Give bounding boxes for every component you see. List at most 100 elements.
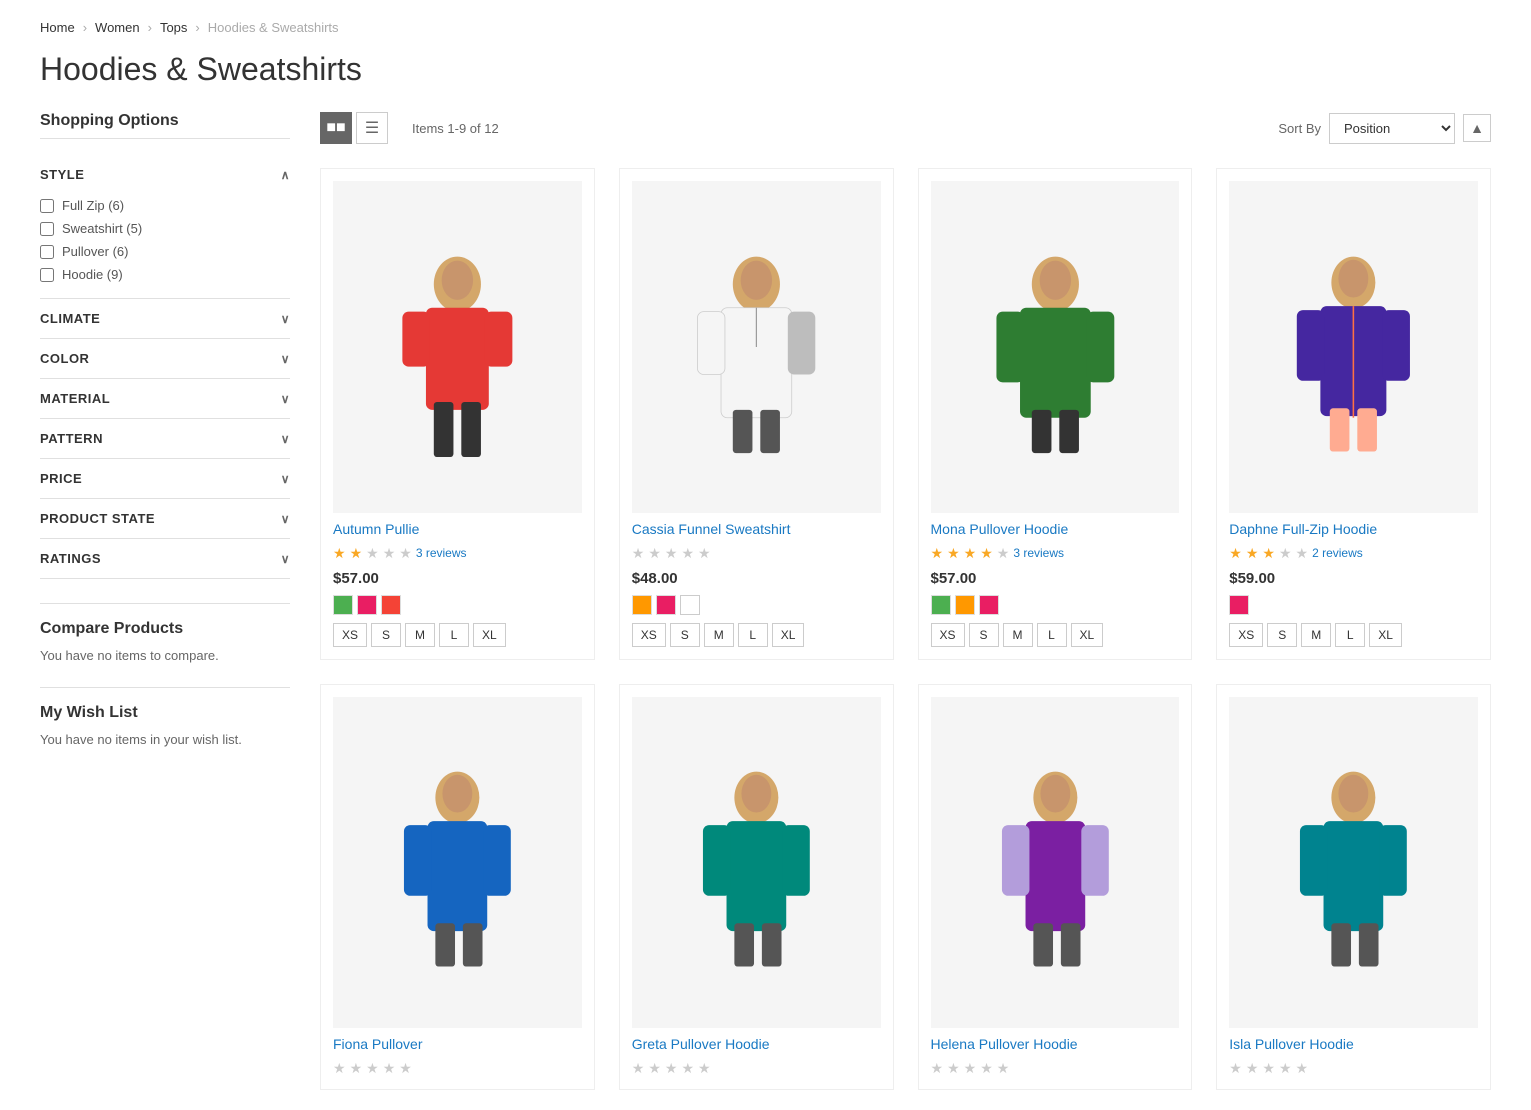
filter-header-material[interactable]: MATERIAL ∨ xyxy=(40,379,290,418)
size-s-4[interactable]: S xyxy=(1267,623,1297,647)
size-xl-2[interactable]: XL xyxy=(772,623,805,647)
breadcrumb-women[interactable]: Women xyxy=(95,20,140,35)
product-name-6[interactable]: Greta Pullover Hoodie xyxy=(632,1036,881,1052)
star-3-3: ★ xyxy=(964,545,977,562)
swatch-2-white[interactable] xyxy=(680,595,700,615)
grid-view-button[interactable]: ■■ xyxy=(320,112,352,144)
chevron-color-icon: ∨ xyxy=(281,352,290,366)
sort-by-label: Sort By xyxy=(1278,121,1321,136)
swatch-2-pink[interactable] xyxy=(656,595,676,615)
size-xl-1[interactable]: XL xyxy=(473,623,506,647)
checkbox-pullover[interactable] xyxy=(40,245,54,259)
filter-option-hoodie[interactable]: Hoodie (9) xyxy=(40,263,290,286)
filter-header-product-state[interactable]: PRODUCT STATE ∨ xyxy=(40,499,290,538)
size-s-3[interactable]: S xyxy=(969,623,999,647)
sidebar: Shopping Options STYLE ∧ Full Zip (6) Sw… xyxy=(40,112,290,1090)
size-m-1[interactable]: M xyxy=(405,623,435,647)
product-area: ■■ ☰ Items 1-9 of 12 Sort By Position Pr… xyxy=(320,112,1491,1090)
product-rating-6: ★ ★ ★ ★ ★ xyxy=(632,1060,881,1077)
product-card-7: Helena Pullover Hoodie ★ ★ ★ ★ ★ xyxy=(918,684,1193,1091)
filter-section-material: MATERIAL ∨ xyxy=(40,379,290,419)
sort-select[interactable]: Position Product Name Price xyxy=(1329,113,1455,144)
review-link-1[interactable]: 3 reviews xyxy=(416,546,467,560)
size-xl-3[interactable]: XL xyxy=(1071,623,1104,647)
product-name-2[interactable]: Cassia Funnel Sweatshirt xyxy=(632,521,881,537)
size-m-4[interactable]: M xyxy=(1301,623,1331,647)
swatch-3-pink[interactable] xyxy=(979,595,999,615)
filter-section-style: STYLE ∧ Full Zip (6) Sweatshirt (5) Pull… xyxy=(40,155,290,299)
filter-header-price[interactable]: PRICE ∨ xyxy=(40,459,290,498)
swatch-2-orange[interactable] xyxy=(632,595,652,615)
swatch-1-pink[interactable] xyxy=(357,595,377,615)
chevron-ratings-icon: ∨ xyxy=(281,552,290,566)
size-buttons-2: XS S M L XL xyxy=(632,623,881,647)
product-name-8[interactable]: Isla Pullover Hoodie xyxy=(1229,1036,1478,1052)
size-l-4[interactable]: L xyxy=(1335,623,1365,647)
review-link-4[interactable]: 2 reviews xyxy=(1312,546,1363,560)
product-price-4: $59.00 xyxy=(1229,570,1478,587)
swatch-3-green[interactable] xyxy=(931,595,951,615)
star-2-5: ★ xyxy=(698,545,711,562)
filter-header-climate[interactable]: CLIMATE ∨ xyxy=(40,299,290,338)
filter-option-fullzip[interactable]: Full Zip (6) xyxy=(40,194,290,217)
filter-option-sweatshirt[interactable]: Sweatshirt (5) xyxy=(40,217,290,240)
size-buttons-4: XS S M L XL xyxy=(1229,623,1478,647)
product-name-5[interactable]: Fiona Pullover xyxy=(333,1036,582,1052)
size-xs-2[interactable]: XS xyxy=(632,623,666,647)
swatch-3-orange[interactable] xyxy=(955,595,975,615)
size-l-1[interactable]: L xyxy=(439,623,469,647)
filter-options-style: Full Zip (6) Sweatshirt (5) Pullover (6)… xyxy=(40,194,290,298)
checkbox-fullzip[interactable] xyxy=(40,199,54,213)
size-xl-4[interactable]: XL xyxy=(1369,623,1402,647)
star-1-4: ★ xyxy=(383,545,396,562)
compare-products-section: Compare Products You have no items to co… xyxy=(40,603,290,663)
size-xs-4[interactable]: XS xyxy=(1229,623,1263,647)
size-l-3[interactable]: L xyxy=(1037,623,1067,647)
star-3-4: ★ xyxy=(980,545,993,562)
product-figure-3 xyxy=(931,237,1180,457)
product-image-5 xyxy=(333,697,582,1029)
list-view-button[interactable]: ☰ xyxy=(356,112,388,144)
compare-products-title: Compare Products xyxy=(40,620,290,638)
size-m-2[interactable]: M xyxy=(704,623,734,647)
size-xs-3[interactable]: XS xyxy=(931,623,965,647)
product-name-4[interactable]: Daphne Full-Zip Hoodie xyxy=(1229,521,1478,537)
size-s-1[interactable]: S xyxy=(371,623,401,647)
breadcrumb-tops[interactable]: Tops xyxy=(160,20,187,35)
product-image-2 xyxy=(632,181,881,513)
chevron-product-state-icon: ∨ xyxy=(281,512,290,526)
size-m-3[interactable]: M xyxy=(1003,623,1033,647)
product-image-1 xyxy=(333,181,582,513)
filter-header-style[interactable]: STYLE ∧ xyxy=(40,155,290,194)
filter-header-pattern[interactable]: PATTERN ∨ xyxy=(40,419,290,458)
filter-header-color[interactable]: COLOR ∨ xyxy=(40,339,290,378)
filter-label-product-state: PRODUCT STATE xyxy=(40,511,155,526)
product-name-7[interactable]: Helena Pullover Hoodie xyxy=(931,1036,1180,1052)
compare-products-text: You have no items to compare. xyxy=(40,648,290,663)
sort-asc-button[interactable]: ▲ xyxy=(1463,114,1491,142)
color-swatches-2 xyxy=(632,595,881,615)
swatch-1-green[interactable] xyxy=(333,595,353,615)
size-l-2[interactable]: L xyxy=(738,623,768,647)
checkbox-sweatshirt[interactable] xyxy=(40,222,54,236)
checkbox-hoodie[interactable] xyxy=(40,268,54,282)
product-name-1[interactable]: Autumn Pullie xyxy=(333,521,582,537)
color-swatches-4 xyxy=(1229,595,1478,615)
filter-option-pullover[interactable]: Pullover (6) xyxy=(40,240,290,263)
wishlist-text: You have no items in your wish list. xyxy=(40,732,290,747)
breadcrumb-home[interactable]: Home xyxy=(40,20,75,35)
product-rating-3: ★ ★ ★ ★ ★ 3 reviews xyxy=(931,545,1180,562)
product-rating-1: ★ ★ ★ ★ ★ 3 reviews xyxy=(333,545,582,562)
star-3-2: ★ xyxy=(947,545,960,562)
swatch-4-pink[interactable] xyxy=(1229,595,1249,615)
toolbar: ■■ ☰ Items 1-9 of 12 Sort By Position Pr… xyxy=(320,112,1491,144)
filter-header-ratings[interactable]: RATINGS ∨ xyxy=(40,539,290,578)
breadcrumb: Home › Women › Tops › Hoodies & Sweatshi… xyxy=(40,20,1491,35)
size-xs-1[interactable]: XS xyxy=(333,623,367,647)
review-link-3[interactable]: 3 reviews xyxy=(1013,546,1064,560)
size-s-2[interactable]: S xyxy=(670,623,700,647)
product-figure-2 xyxy=(632,237,881,457)
product-name-3[interactable]: Mona Pullover Hoodie xyxy=(931,521,1180,537)
product-image-8 xyxy=(1229,697,1478,1029)
swatch-1-red[interactable] xyxy=(381,595,401,615)
